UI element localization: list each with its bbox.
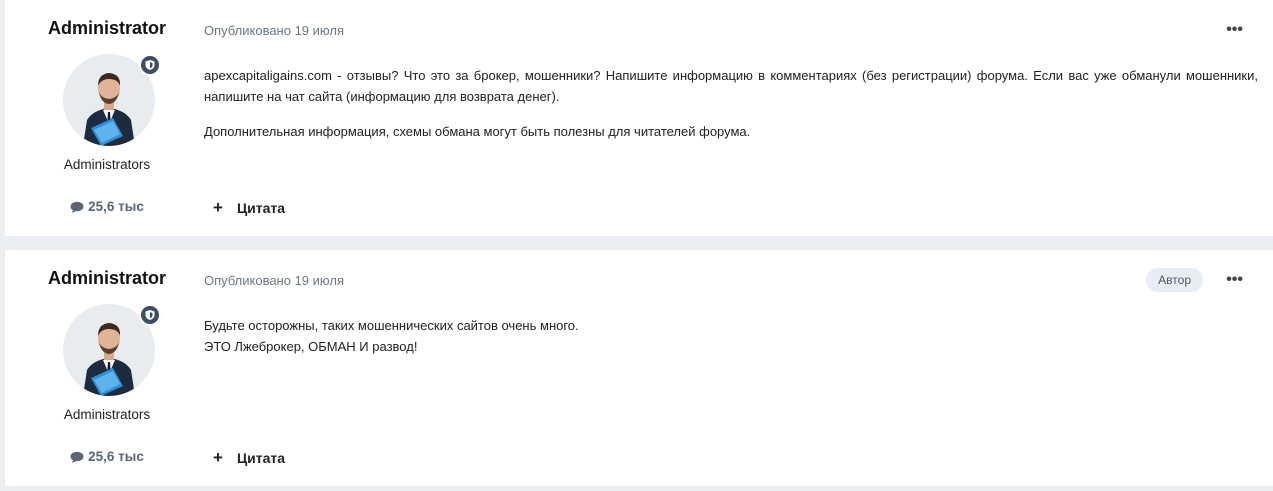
comment-bubble-icon: [70, 451, 84, 463]
post-paragraph: ЭТО Лжеброкер, ОБМАН И развод!: [204, 339, 418, 354]
quote-label: Цитата: [236, 200, 286, 216]
forum-post: Administrator Administrators 25,6 тыс Оп…: [5, 250, 1273, 486]
post-date[interactable]: Опубликовано 19 июля: [204, 273, 344, 288]
ellipsis-icon[interactable]: •••: [1226, 271, 1243, 289]
quote-button[interactable]: + Цитата: [213, 198, 285, 218]
post-content: Будьте осторожны, таких мошеннических са…: [204, 315, 1258, 357]
quote-button[interactable]: + Цитата: [213, 448, 285, 468]
shield-icon: [139, 54, 161, 76]
author-avatar-wrapper[interactable]: [63, 304, 161, 396]
author-badge: Автор: [1146, 268, 1203, 292]
post-paragraph: apexcapitaligains.com - отзывы? Что это …: [204, 68, 1258, 104]
plus-icon: +: [213, 198, 223, 217]
post-paragraph: Будьте осторожны, таких мошеннических са…: [204, 318, 579, 333]
post-count-value: 25,6 тыс: [88, 199, 144, 214]
post-count-value: 25,6 тыс: [88, 449, 144, 464]
author-name[interactable]: Administrator: [5, 18, 209, 39]
ellipsis-icon[interactable]: •••: [1226, 21, 1243, 39]
author-group: Administrators: [63, 157, 151, 172]
post-count: 25,6 тыс: [5, 449, 209, 464]
plus-icon: +: [213, 448, 223, 467]
post-content: apexcapitaligains.com - отзывы? Что это …: [204, 65, 1258, 156]
comment-bubble-icon: [70, 201, 84, 213]
author-group: Administrators: [63, 407, 151, 422]
post-date[interactable]: Опубликовано 19 июля: [204, 23, 344, 38]
post-paragraph: Дополнительная информация, схемы обмана …: [204, 124, 751, 139]
shield-icon: [139, 304, 161, 326]
forum-post: Administrator Administrators 25,6 тыс Оп…: [5, 0, 1273, 236]
quote-label: Цитата: [236, 450, 286, 466]
author-name[interactable]: Administrator: [5, 268, 209, 289]
author-avatar-wrapper[interactable]: [63, 54, 161, 146]
post-count: 25,6 тыс: [5, 199, 209, 214]
